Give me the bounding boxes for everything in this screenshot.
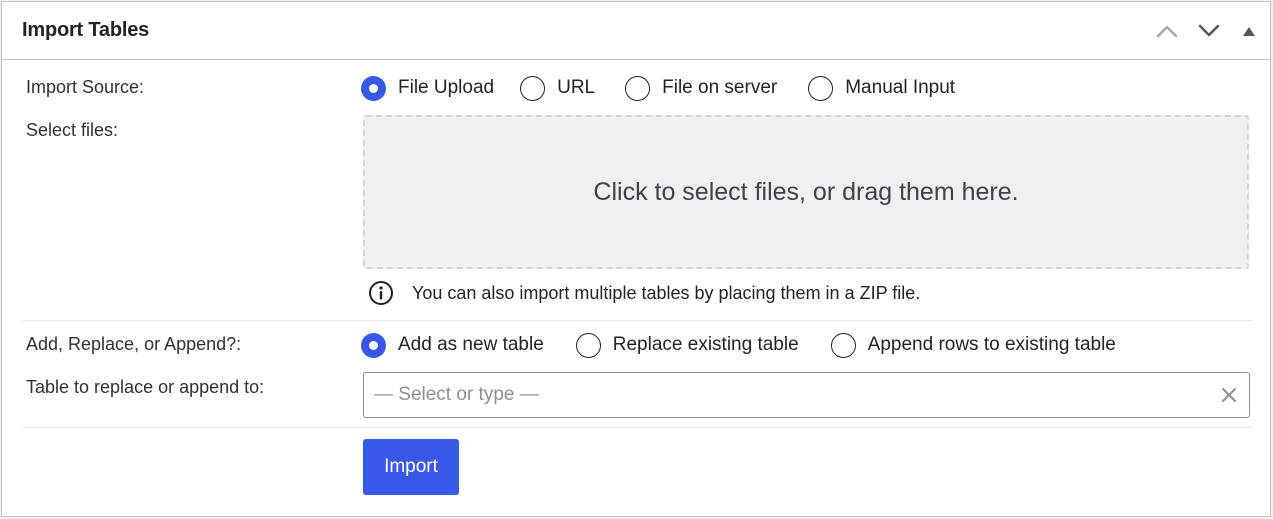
- close-icon: [1222, 388, 1236, 402]
- radio-url[interactable]: URL: [520, 75, 596, 101]
- move-down-button[interactable]: [1194, 16, 1224, 46]
- move-up-button[interactable]: [1152, 16, 1182, 46]
- radio-replace-existing-table[interactable]: Replace existing table: [575, 332, 799, 358]
- radio-circle[interactable]: [520, 75, 546, 101]
- select-files-label: Select files:: [26, 120, 119, 140]
- hint-text: You can also import multiple tables by p…: [412, 282, 921, 303]
- import-source-options: File Upload URL File on server Manual In…: [361, 74, 981, 102]
- chevron-up-icon: [1156, 25, 1178, 38]
- target-table-select[interactable]: [363, 372, 1250, 418]
- import-type-options: Add as new table Replace existing table …: [361, 331, 1142, 359]
- radio-file-upload[interactable]: File Upload: [361, 75, 495, 101]
- target-table-input[interactable]: [364, 373, 1209, 417]
- radio-circle[interactable]: [575, 332, 601, 358]
- panel-header: Import Tables: [2, 2, 1270, 60]
- import-button[interactable]: Import: [363, 439, 459, 495]
- radio-circle[interactable]: [625, 75, 651, 101]
- radio-label: Append rows to existing table: [867, 334, 1116, 355]
- radio-label: URL: [557, 77, 596, 98]
- radio-label: File on server: [662, 77, 778, 98]
- import-tables-panel: Import Tables Import Source: File Upload…: [1, 1, 1271, 517]
- clear-selection-button[interactable]: [1209, 373, 1249, 417]
- file-dropzone[interactable]: Click to select files, or drag them here…: [363, 115, 1249, 269]
- chevron-down-icon: [1198, 24, 1220, 37]
- zip-hint: You can also import multiple tables by p…: [368, 280, 920, 306]
- radio-add-new-table[interactable]: Add as new table: [361, 332, 544, 358]
- section-divider: [23, 320, 1252, 321]
- panel-title: Import Tables: [22, 19, 150, 41]
- target-table-label: Table to replace or append to:: [26, 377, 265, 397]
- import-source-label: Import Source:: [26, 77, 145, 97]
- import-type-label: Add, Replace, or Append?:: [26, 334, 242, 354]
- radio-label: File Upload: [398, 77, 495, 98]
- radio-label: Replace existing table: [612, 334, 799, 355]
- toggle-panel-button[interactable]: [1234, 16, 1264, 46]
- radio-circle[interactable]: [808, 75, 834, 101]
- triangle-up-icon: [1243, 27, 1255, 36]
- actions-divider: [23, 427, 1252, 428]
- radio-circle[interactable]: [830, 332, 856, 358]
- radio-label: Manual Input: [845, 77, 956, 98]
- radio-circle[interactable]: [361, 332, 386, 358]
- dropzone-text: Click to select files, or drag them here…: [593, 177, 1019, 206]
- radio-append-rows[interactable]: Append rows to existing table: [830, 332, 1116, 358]
- radio-circle[interactable]: [361, 75, 386, 101]
- info-icon: [369, 281, 393, 305]
- radio-label: Add as new table: [398, 334, 544, 355]
- radio-file-on-server[interactable]: File on server: [625, 75, 778, 101]
- radio-manual-input[interactable]: Manual Input: [808, 75, 956, 101]
